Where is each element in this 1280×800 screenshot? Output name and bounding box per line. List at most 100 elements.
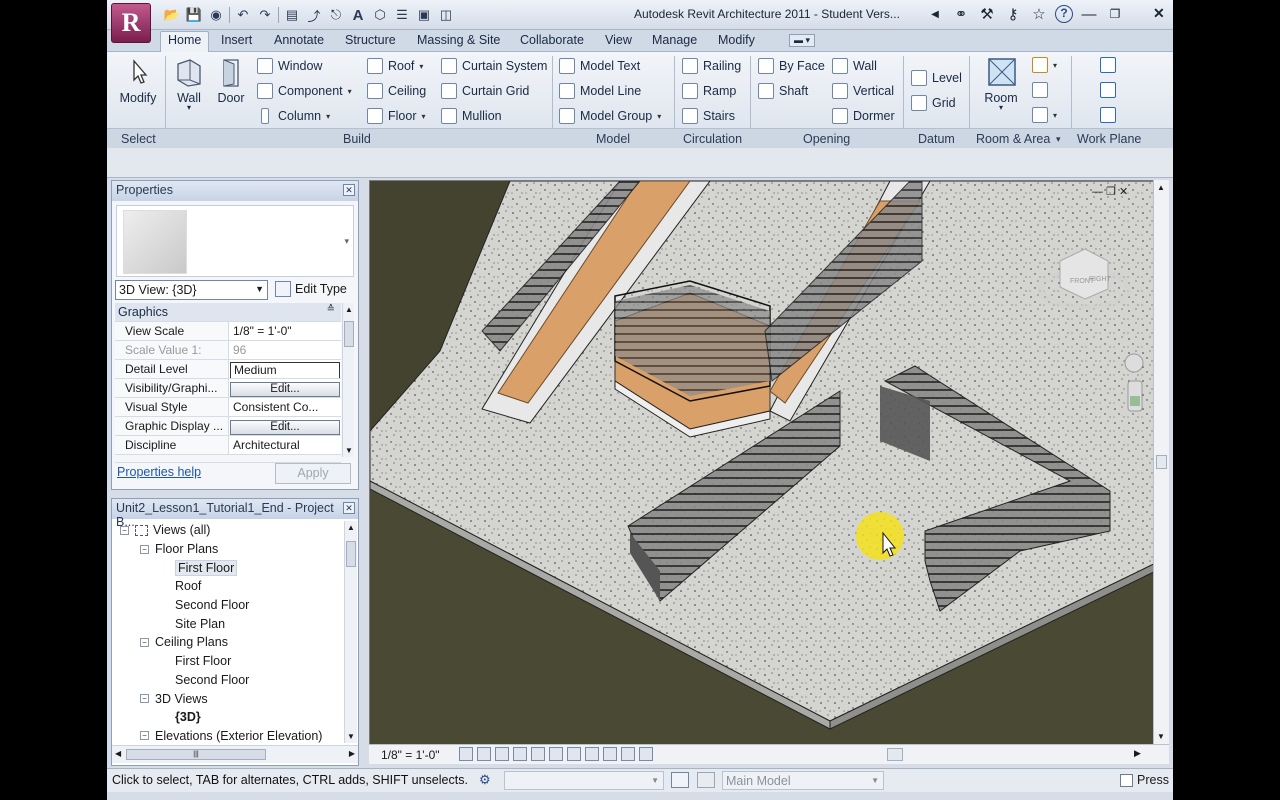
- collapse-toggle-icon[interactable]: −: [140, 731, 149, 741]
- worksets-icon[interactable]: ⚙: [479, 772, 497, 790]
- collapse-toggle-icon[interactable]: −: [140, 637, 149, 647]
- scroll-up-icon[interactable]: ▲: [1157, 183, 1165, 192]
- model-text-button[interactable]: Model Text: [559, 58, 640, 74]
- default-3d-view-icon[interactable]: ⬡: [371, 6, 389, 24]
- scroll-thumb[interactable]: [1156, 455, 1167, 469]
- wall-opening-button[interactable]: Wall: [832, 58, 877, 74]
- scroll-left-icon[interactable]: ◀: [115, 749, 121, 758]
- roof-button[interactable]: Roof ▾: [367, 58, 423, 74]
- key-icon[interactable]: ⚷: [1003, 5, 1023, 23]
- tab-home[interactable]: Home: [160, 31, 210, 52]
- section-icon[interactable]: ☰: [393, 6, 411, 24]
- visibility-edit-button[interactable]: Edit...: [230, 382, 340, 397]
- tag-room-button[interactable]: [1032, 82, 1048, 98]
- area-button[interactable]: ▾: [1032, 57, 1057, 73]
- scroll-up-icon[interactable]: ▲: [345, 305, 353, 314]
- redo-icon[interactable]: ↷: [256, 6, 274, 24]
- viewport-vscrollbar[interactable]: ▲ ▼: [1153, 180, 1169, 744]
- scroll-thumb[interactable]: [344, 321, 354, 347]
- binoculars-icon[interactable]: ⚭: [951, 5, 971, 23]
- tree-node[interactable]: Site Plan: [112, 614, 344, 633]
- tree-node[interactable]: First Floor: [112, 558, 344, 577]
- scroll-right-icon[interactable]: ▶: [1134, 748, 1141, 759]
- expand-left-icon[interactable]: ◀: [925, 9, 945, 20]
- switch-windows-icon[interactable]: ◫: [437, 6, 455, 24]
- area-dropdown-icon[interactable]: ▾: [1053, 61, 1057, 70]
- dormer-button[interactable]: Dormer: [832, 108, 895, 124]
- color-scheme-button[interactable]: ▾: [1032, 107, 1057, 123]
- door-button[interactable]: Door: [213, 54, 249, 105]
- shadows-icon[interactable]: [513, 747, 527, 761]
- sun-path-icon[interactable]: [495, 747, 509, 761]
- collapse-toggle-icon[interactable]: −: [140, 694, 149, 704]
- property-row[interactable]: Detail Level Medium: [115, 360, 341, 379]
- tree-node[interactable]: − Views (all): [112, 521, 344, 540]
- wall-button[interactable]: Wall ▾: [171, 54, 207, 112]
- panel-title-room-area[interactable]: Room & Area: [976, 132, 1050, 146]
- tab-collaborate[interactable]: Collaborate: [520, 33, 584, 47]
- graphic-display-edit-button[interactable]: Edit...: [230, 420, 340, 435]
- tab-modify[interactable]: Modify: [718, 33, 755, 47]
- tab-massing-site[interactable]: Massing & Site: [417, 33, 500, 47]
- curtain-system-button[interactable]: Curtain System: [441, 58, 547, 74]
- align-icon[interactable]: ▤: [283, 6, 301, 24]
- tree-node[interactable]: − Ceiling Plans: [112, 633, 344, 652]
- tree-node[interactable]: Roof: [112, 577, 344, 596]
- model-line-button[interactable]: Model Line: [559, 83, 641, 99]
- tree-node[interactable]: First Floor: [112, 652, 344, 671]
- room-area-dropdown-icon[interactable]: ▾: [1056, 134, 1061, 145]
- lock-view-icon[interactable]: [585, 747, 599, 761]
- scroll-thumb[interactable]: [346, 541, 356, 567]
- color-scheme-dropdown-icon[interactable]: ▾: [1053, 111, 1057, 120]
- mullion-button[interactable]: Mullion: [441, 108, 502, 124]
- column-dropdown-icon[interactable]: ▾: [326, 112, 330, 121]
- measure-icon[interactable]: ⤴: [305, 6, 323, 24]
- view-window-controls[interactable]: — ❐ ✕: [1092, 186, 1128, 198]
- grid-button[interactable]: Grid: [911, 95, 956, 111]
- scroll-thumb[interactable]: |||: [126, 749, 266, 760]
- crop-view-icon[interactable]: [549, 747, 563, 761]
- scroll-thumb[interactable]: [887, 748, 903, 761]
- press-drag-toggle[interactable]: Press: [1120, 773, 1169, 787]
- browser-hscrollbar[interactable]: ◀ ||| ▶: [112, 745, 358, 763]
- show-work-plane-button[interactable]: [1100, 82, 1116, 98]
- edit-type-button[interactable]: Edit Type: [275, 281, 347, 297]
- tab-structure[interactable]: Structure: [345, 33, 396, 47]
- undo-icon[interactable]: ↶: [234, 6, 252, 24]
- column-button[interactable]: Column ▾: [257, 108, 330, 124]
- tree-node[interactable]: − Floor Plans: [112, 540, 344, 559]
- properties-help-link[interactable]: Properties help: [117, 465, 201, 479]
- tree-node[interactable]: {3D}: [112, 708, 344, 727]
- temporary-hide-icon[interactable]: [603, 747, 617, 761]
- restore-icon[interactable]: ❐: [1105, 7, 1125, 21]
- close-icon[interactable]: ✕: [343, 502, 355, 514]
- curtain-grid-button[interactable]: Curtain Grid: [441, 83, 529, 99]
- tab-annotate[interactable]: Annotate: [274, 33, 324, 47]
- 3d-viewport[interactable]: FRONT RIGHT — ❐ ✕: [369, 180, 1169, 764]
- floor-button[interactable]: Floor ▾: [367, 108, 426, 124]
- window-button[interactable]: Window: [257, 58, 322, 74]
- model-group-button[interactable]: Model Group ▾: [559, 108, 661, 124]
- component-button[interactable]: Component ▾: [257, 83, 352, 99]
- dimension-icon[interactable]: ⎋: [327, 6, 345, 24]
- property-value[interactable]: Architectural: [229, 436, 341, 454]
- apply-button[interactable]: Apply: [275, 463, 351, 484]
- railing-button[interactable]: Railing: [682, 58, 741, 74]
- shaft-button[interactable]: Shaft: [758, 83, 808, 99]
- close-icon[interactable]: ✕: [343, 184, 355, 196]
- property-value[interactable]: Medium: [230, 362, 340, 378]
- component-dropdown-icon[interactable]: ▾: [348, 87, 352, 96]
- tab-view[interactable]: View: [605, 33, 632, 47]
- tab-manage[interactable]: Manage: [652, 33, 697, 47]
- visual-style-icon[interactable]: [477, 747, 491, 761]
- roof-dropdown-icon[interactable]: ▾: [419, 62, 423, 71]
- scroll-right-icon[interactable]: ▶: [349, 749, 355, 758]
- analysis-icon[interactable]: [639, 747, 653, 761]
- detail-level-icon[interactable]: [459, 747, 473, 761]
- browser-scrollbar[interactable]: ▲ ▼: [344, 521, 357, 743]
- wall-dropdown-icon[interactable]: ▾: [171, 104, 207, 112]
- tools-icon[interactable]: ⚒: [977, 5, 997, 23]
- design-option-combo[interactable]: Main Model ▼: [722, 771, 884, 790]
- detail-level-field[interactable]: Medium: [229, 360, 341, 378]
- tree-node[interactable]: Second Floor: [112, 596, 344, 615]
